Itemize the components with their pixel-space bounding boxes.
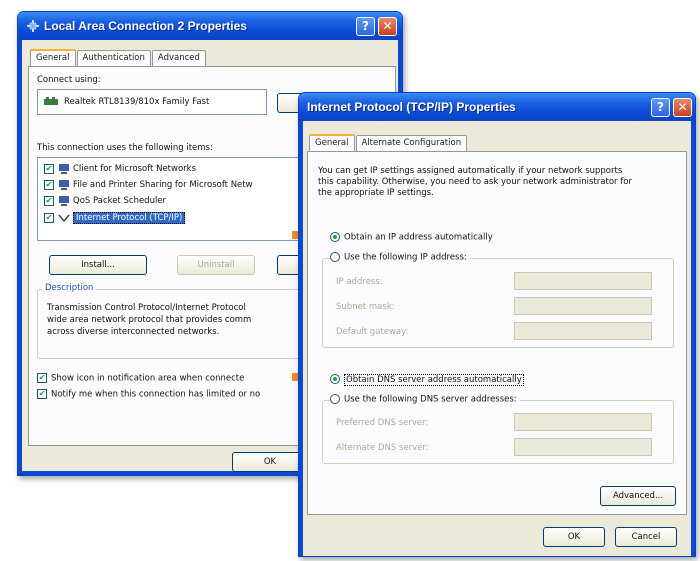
checkbox-qos[interactable]: ✔: [44, 196, 54, 206]
tcpip-ok-button[interactable]: OK: [543, 527, 605, 547]
subnet-mask-label: Subnet mask:: [336, 302, 395, 312]
components-list[interactable]: ✔ Client for Microsoft Networks ✔ File a…: [37, 157, 307, 241]
client-icon: [58, 164, 70, 174]
intro-line-3: the appropriate IP settings.: [318, 188, 434, 198]
notify-label: Notify me when this connection has limit…: [51, 389, 261, 400]
lan-title-bar[interactable]: Local Area Connection 2 Properties: [18, 12, 402, 40]
ip-address-field[interactable]: [514, 272, 652, 290]
obtain-ip-auto-label: Obtain an IP address automatically: [344, 232, 493, 243]
tcpip-window-title: Internet Protocol (TCP/IP) Properties: [307, 100, 516, 114]
uninstall-button[interactable]: Uninstall: [177, 255, 255, 275]
connect-using-label: Connect using:: [37, 75, 101, 85]
default-gateway-field[interactable]: [514, 322, 652, 340]
adapter-name: Realtek RTL8139/810x Family Fast: [64, 97, 210, 107]
intro-line-2: this capability. Otherwise, you need to …: [318, 177, 632, 187]
intro-line-1: You can get IP settings assigned automat…: [318, 166, 623, 176]
obtain-ip-auto-option[interactable]: Obtain an IP address automatically: [330, 232, 493, 243]
adapter-icon: [44, 97, 58, 110]
item-label: File and Printer Sharing for Microsoft N…: [73, 180, 253, 190]
protocol-icon: [58, 213, 70, 223]
obtain-dns-auto-label: Obtain DNS server address automatically: [344, 373, 524, 386]
notify-option[interactable]: ✔ Notify me when this connection has limi…: [37, 389, 260, 400]
obtain-ip-auto-radio[interactable]: [330, 232, 340, 242]
show-icon-label: Show icon in notification area when conn…: [51, 373, 245, 384]
use-following-dns-label: Use the following DNS server addresses:: [344, 394, 517, 405]
install-button[interactable]: Install...: [49, 255, 147, 275]
description-line-3: across diverse interconnected networks.: [47, 327, 220, 337]
checkbox-tcpip[interactable]: ✔: [44, 213, 54, 223]
tcpip-tabs: General Alternate Configuration: [309, 133, 468, 152]
list-item[interactable]: ✔ File and Printer Sharing for Microsoft…: [44, 180, 253, 190]
alternate-dns-label: Alternate DNS server:: [336, 443, 429, 453]
checkbox-client[interactable]: ✔: [44, 164, 54, 174]
description-label: Description: [43, 283, 96, 293]
close-button[interactable]: ✕: [378, 17, 397, 36]
tab-authentication[interactable]: Authentication: [76, 50, 151, 66]
advanced-button[interactable]: Advanced...: [600, 486, 676, 506]
tab-alternate-configuration[interactable]: Alternate Configuration: [355, 135, 468, 151]
items-label: This connection uses the following items…: [37, 143, 213, 153]
checkbox-file-sharing[interactable]: ✔: [44, 180, 54, 190]
obtain-dns-auto-radio[interactable]: [330, 374, 340, 384]
obtain-dns-auto-option[interactable]: Obtain DNS server address automatically: [330, 373, 524, 386]
preferred-dns-field[interactable]: [514, 413, 652, 431]
default-gateway-label: Default gateway:: [336, 327, 409, 337]
tcpip-close-button[interactable]: ✕: [673, 98, 692, 117]
adapter-box: Realtek RTL8139/810x Family Fast: [37, 89, 267, 115]
tcpip-cancel-button[interactable]: Cancel: [615, 527, 677, 547]
lan-window-title: Local Area Connection 2 Properties: [44, 19, 247, 33]
lan-tabs: General Authentication Advanced: [30, 48, 207, 67]
tab-general[interactable]: General: [30, 49, 76, 67]
subnet-mask-field[interactable]: [514, 297, 652, 315]
use-following-ip-radio[interactable]: [330, 252, 340, 262]
file-sharing-icon: [58, 180, 70, 190]
lan-ok-button[interactable]: OK: [232, 452, 308, 472]
description-line-1: Transmission Control Protocol/Internet P…: [47, 303, 246, 313]
list-item[interactable]: ✔ Client for Microsoft Networks: [44, 164, 196, 174]
ip-address-label: IP address:: [336, 277, 383, 287]
help-button[interactable]: ?: [356, 17, 375, 36]
notify-checkbox[interactable]: ✔: [37, 389, 47, 399]
tcpip-general-panel: You can get IP settings assigned automat…: [307, 151, 687, 515]
tcpip-title-bar[interactable]: Internet Protocol (TCP/IP) Properties: [299, 93, 695, 121]
description-line-2: wide area network protocol that provides…: [47, 315, 252, 325]
item-label: Client for Microsoft Networks: [73, 164, 197, 174]
preferred-dns-label: Preferred DNS server:: [336, 418, 429, 428]
use-following-dns-option[interactable]: Use the following DNS server addresses:: [330, 394, 520, 405]
tcpip-help-button[interactable]: ?: [651, 98, 670, 117]
item-label: QoS Packet Scheduler: [73, 196, 167, 206]
use-following-ip-label: Use the following IP address:: [344, 252, 467, 263]
use-following-ip-option[interactable]: Use the following IP address:: [330, 252, 470, 263]
network-connection-icon: [26, 19, 40, 33]
qos-icon: [58, 196, 70, 206]
item-label-selected: Internet Protocol (TCP/IP): [73, 212, 186, 224]
tab-advanced[interactable]: Advanced: [151, 50, 206, 66]
tab-tcpip-general[interactable]: General: [309, 134, 355, 152]
list-item[interactable]: ✔ Internet Protocol (TCP/IP): [44, 212, 186, 224]
tcpip-properties-window: Internet Protocol (TCP/IP) Properties ? …: [298, 92, 696, 557]
use-following-dns-radio[interactable]: [330, 394, 340, 404]
list-item[interactable]: ✔ QoS Packet Scheduler: [44, 196, 166, 206]
show-icon-option[interactable]: ✔ Show icon in notification area when con…: [37, 373, 244, 384]
show-icon-checkbox[interactable]: ✔: [37, 373, 47, 383]
alternate-dns-field[interactable]: [514, 438, 652, 456]
